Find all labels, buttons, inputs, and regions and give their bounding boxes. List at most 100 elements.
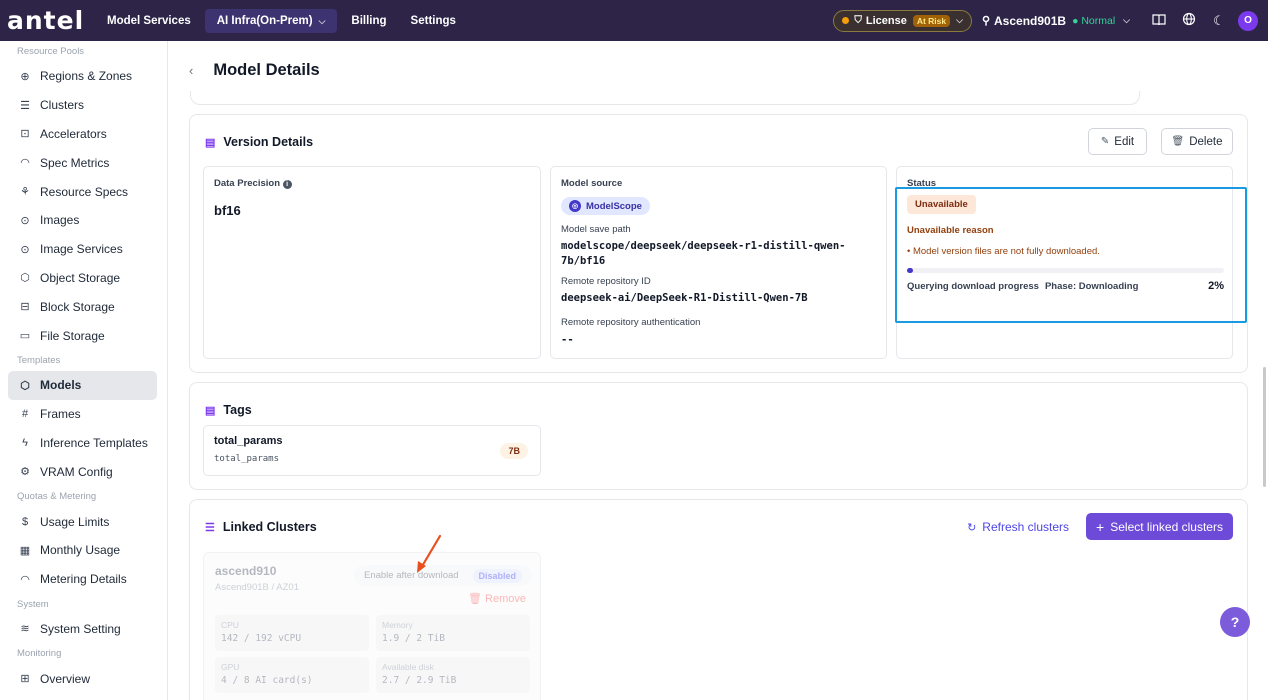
moon-icon[interactable]: ☾	[1204, 13, 1234, 29]
sidebar-item-label: Accelerators	[40, 126, 107, 141]
sidebar-item-label: Regions & Zones	[40, 69, 133, 84]
sidebar-item-usage-limits[interactable]: $ Usage Limits	[8, 507, 157, 536]
tag-document-icon: ▤	[205, 404, 216, 417]
chip-icon: ⊡	[20, 128, 30, 141]
cluster-status-label: Normal	[1081, 14, 1116, 27]
sidebar-item-metering-details[interactable]: ◠ Metering Details	[8, 565, 157, 594]
nav-billing[interactable]: Billing	[341, 9, 396, 33]
repo-auth-label: Remote repository authentication	[561, 317, 701, 328]
nav-model-services[interactable]: Model Services	[97, 9, 201, 33]
metric-label: Available disk	[382, 662, 434, 672]
sidebar-item-monthly-usage[interactable]: ▦ Monthly Usage	[8, 536, 157, 565]
delete-button[interactable]: 🗑 Delete	[1161, 128, 1233, 155]
folder-icon: ▭	[19, 330, 31, 343]
plus-icon: +	[1096, 518, 1105, 535]
sidebar-item-clusters[interactable]: ☰ Clusters	[8, 91, 157, 120]
refresh-clusters-button[interactable]: ↻ Refresh clusters	[967, 520, 1069, 534]
lightning-icon: ϟ	[22, 436, 28, 449]
edit-label: Edit	[1114, 135, 1135, 148]
sidebar-item-label: Object Storage	[40, 270, 121, 285]
sidebar-section-system: System	[17, 598, 49, 610]
nav-ai-infra[interactable]: AI Infra(On-Prem) ⌵	[204, 8, 338, 33]
nav-settings[interactable]: Settings	[401, 9, 466, 33]
linked-clusters-title: Linked Clusters	[222, 520, 317, 534]
calendar-icon: ▦	[19, 544, 31, 557]
cluster-selector[interactable]: ⚲ Ascend901B ● Normal ⌵	[982, 14, 1130, 28]
sidebar-item-file-storage[interactable]: ▭ File Storage	[8, 321, 157, 350]
sidebar-item-frames[interactable]: # Frames	[8, 400, 157, 429]
page-header: ‹ Model Details	[189, 61, 320, 80]
sidebar-item-spec-metrics[interactable]: ◠ Spec Metrics	[8, 148, 157, 177]
sidebar-item-models[interactable]: ⬡ Models	[8, 370, 157, 400]
license-status-badge: At Risk	[912, 14, 951, 27]
avatar[interactable]: O	[1238, 10, 1258, 31]
repo-auth-value: --	[561, 334, 574, 346]
sidebar-item-label: Frames	[40, 407, 81, 422]
remove-label: Remove	[485, 593, 526, 605]
select-linked-clusters-button[interactable]: + Select linked clusters	[1086, 513, 1233, 540]
select-label: Select linked clusters	[1110, 519, 1223, 534]
sidebar-item-block-storage[interactable]: ⊟ Block Storage	[8, 292, 157, 321]
tag-value: total_params	[214, 454, 280, 464]
edit-icon: ✎	[1100, 136, 1110, 147]
info-icon[interactable]: i	[282, 180, 292, 189]
sidebar-item-label: Resource Specs	[40, 184, 129, 199]
linked-clusters-card: ☰ Linked Clusters ↻ Refresh clusters + Sel…	[189, 499, 1248, 700]
metric-label: GPU	[221, 662, 240, 672]
top-right-controls: ⛉ License At Risk ⌵ ⚲ Ascend901B ● Norma…	[833, 0, 1268, 41]
refresh-label: Refresh clusters	[982, 520, 1069, 534]
metric-label: CPU	[221, 620, 239, 630]
model-source-label: Model source	[561, 178, 623, 189]
sidebar-item-accelerators[interactable]: ⊡ Accelerators	[8, 120, 157, 149]
sidebar-item-label: VRAM Config	[40, 464, 113, 479]
grid-icon: ⊞	[20, 673, 30, 686]
license-dropdown[interactable]: ⛉ License At Risk ⌵	[833, 9, 972, 32]
sidebar-item-vram-config[interactable]: ⚙ VRAM Config	[8, 457, 157, 486]
sidebar-item-inference-templates[interactable]: ϟ Inference Templates	[8, 429, 157, 458]
chevron-down-icon: ⌵	[318, 15, 326, 26]
version-details-header: ▤ Version Details	[205, 135, 313, 149]
sidebar: Resource Pools ⊕ Regions & Zones ☰ Cluster…	[0, 41, 168, 700]
sidebar-item-regions-zones[interactable]: ⊕ Regions & Zones	[8, 62, 157, 91]
sidebar-item-images[interactable]: ⊙ Images	[8, 206, 157, 235]
layers-icon: ≋	[20, 623, 30, 636]
metric-gpu: GPU 4 / 8 AI card(s)	[215, 657, 369, 693]
edit-button[interactable]: ✎ Edit	[1088, 128, 1147, 155]
nav-ai-infra-label: AI Infra(On-Prem)	[216, 14, 313, 27]
help-button[interactable]: ?	[1220, 607, 1250, 637]
sidebar-item-label: Images	[40, 213, 80, 228]
model-source-value: ModelScope	[586, 200, 642, 212]
sidebar-item-overview[interactable]: ⊞ Overview	[8, 664, 157, 693]
hash-icon: #	[21, 408, 29, 421]
page-title: Model Details	[213, 61, 320, 79]
previous-card-edge	[190, 91, 1140, 105]
sidebar-item-system-setting[interactable]: ≋ System Setting	[8, 615, 157, 644]
tags-title: Tags	[223, 403, 252, 417]
disabled-badge: Disabled	[472, 568, 523, 583]
sidebar-item-resource-specs[interactable]: ⚘ Resource Specs	[8, 177, 157, 206]
model-source-card: Model source ◎ ModelScope Model save path…	[550, 166, 887, 359]
back-chevron-icon[interactable]: ‹	[189, 63, 193, 78]
sidebar-item-object-storage[interactable]: ⬡ Object Storage	[8, 264, 157, 293]
warning-dot-icon	[842, 17, 850, 24]
scrollbar[interactable]	[1263, 367, 1266, 487]
play-circle-icon: ⊙	[20, 214, 30, 227]
globe-icon[interactable]	[1174, 12, 1204, 29]
cube-icon: ⬡	[20, 272, 30, 285]
sidebar-item-label: File Storage	[40, 328, 105, 343]
tags-card: ▤ Tags total_params total_params 7B	[189, 382, 1248, 490]
chevron-down-icon: ⌵	[1123, 15, 1130, 25]
linked-cluster-card: ascend910 Ascend901B / AZ01 Enable after…	[203, 552, 541, 700]
sidebar-item-image-services[interactable]: ⊙ Image Services	[8, 235, 157, 264]
metric-memory: Memory 1.9 / 2 TiB	[376, 615, 530, 651]
sidebar-item-label: Clusters	[40, 98, 85, 113]
remove-button[interactable]: 🗑 Remove	[468, 592, 526, 605]
docs-book-icon[interactable]	[1144, 13, 1174, 29]
logo[interactable]: antel	[7, 6, 97, 35]
precision-label-text: Data Precision	[214, 178, 280, 189]
metric-value: 4 / 8 AI card(s)	[221, 675, 313, 686]
sidebar-item-label: Block Storage	[40, 299, 115, 314]
annotation-arrow-icon	[417, 534, 442, 573]
tag-key: total_params	[214, 435, 283, 447]
sidebar-item-label: Inference Templates	[40, 435, 148, 450]
